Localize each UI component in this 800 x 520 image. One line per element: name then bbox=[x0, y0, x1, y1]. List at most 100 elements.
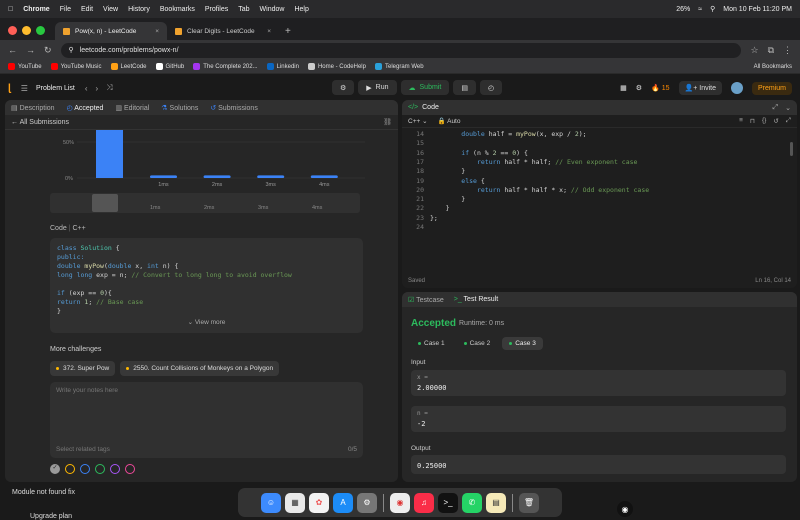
bookmark-item[interactable]: GitHub bbox=[155, 63, 184, 70]
runtime-bar[interactable] bbox=[310, 175, 338, 178]
close-window-icon[interactable] bbox=[8, 25, 17, 35]
editor-scrollbar[interactable] bbox=[790, 142, 793, 156]
star-icon[interactable]: ☆ bbox=[750, 45, 758, 56]
bookmark-item[interactable]: The Complete 202... bbox=[193, 63, 258, 70]
back-icon[interactable]: ← bbox=[8, 45, 17, 55]
menu-item[interactable]: View bbox=[103, 6, 118, 13]
menu-item[interactable]: Window bbox=[260, 6, 285, 13]
note-color-swatch[interactable] bbox=[80, 464, 90, 474]
avatar[interactable] bbox=[730, 82, 743, 94]
note-color-swatch[interactable] bbox=[65, 464, 75, 474]
notification-bottom[interactable]: Upgrade plan bbox=[30, 513, 72, 520]
format-icon[interactable]: ≡ bbox=[739, 117, 743, 125]
runtime-bar[interactable] bbox=[96, 130, 123, 178]
browser-tab-pow[interactable]: Pow(x, n) - LeetCode × bbox=[55, 22, 167, 40]
case-tab[interactable]: Case 3 bbox=[502, 337, 543, 350]
chevron-down-icon[interactable]: ⌄ bbox=[785, 104, 791, 112]
music-icon[interactable]: ♫ bbox=[414, 492, 434, 513]
runtime-minimap[interactable]: 1ms 2ms 3ms 4ms bbox=[50, 193, 360, 213]
forward-icon[interactable]: → bbox=[26, 45, 35, 55]
menu-item[interactable]: Tab bbox=[238, 6, 249, 13]
site-info-icon[interactable]: ⚲ bbox=[69, 46, 74, 54]
menu-item[interactable]: Profiles bbox=[205, 6, 228, 13]
close-tab-icon[interactable]: × bbox=[155, 28, 159, 35]
layout-icon[interactable]: ▦ bbox=[620, 84, 627, 92]
menu-icon[interactable]: ⋮ bbox=[783, 45, 792, 56]
note-color-swatch[interactable] bbox=[95, 464, 105, 474]
close-tab-icon[interactable]: × bbox=[267, 28, 271, 35]
next-problem-icon[interactable]: › bbox=[96, 84, 99, 93]
all-bookmarks[interactable]: All Bookmarks bbox=[754, 64, 792, 70]
notes-area[interactable]: Write your notes here Select related tag… bbox=[50, 382, 363, 458]
problem-list-link[interactable]: Problem List bbox=[36, 85, 75, 92]
new-tab-icon[interactable]: + bbox=[279, 26, 297, 40]
shuffle-icon[interactable]: ⤨ bbox=[106, 83, 112, 93]
runtime-bar[interactable] bbox=[257, 175, 285, 178]
timer-button[interactable]: ◴ bbox=[479, 80, 503, 95]
leetcode-logo-icon[interactable]: ɭ bbox=[8, 83, 11, 94]
tab-submissions[interactable]: ↺ Submissions bbox=[210, 104, 258, 112]
case-tab[interactable]: Case 2 bbox=[457, 337, 498, 350]
tab-test-result[interactable]: >_ Test Result bbox=[454, 296, 498, 303]
link-icon[interactable]: ⛓ bbox=[383, 118, 392, 126]
tab-solutions[interactable]: ⚗ Solutions bbox=[161, 104, 198, 112]
menu-item[interactable]: File bbox=[60, 6, 71, 13]
reload-icon[interactable]: ↻ bbox=[44, 45, 52, 56]
apple-icon[interactable]:  bbox=[8, 6, 13, 13]
datetime[interactable]: Mon 10 Feb 11:20 PM bbox=[723, 6, 792, 13]
system-settings-icon[interactable]: ⚙ bbox=[357, 492, 377, 513]
bookmark-icon[interactable]: ⊓ bbox=[750, 117, 755, 125]
bookmark-item[interactable]: LeetCode bbox=[110, 63, 147, 70]
notes-icon[interactable]: ▤ bbox=[486, 492, 506, 513]
siri-icon[interactable]: ◉ bbox=[617, 501, 633, 517]
bookmark-item[interactable]: YouTube Music bbox=[50, 63, 102, 70]
photos-icon[interactable]: ✿ bbox=[309, 492, 329, 513]
launchpad-icon[interactable]: ▦ bbox=[285, 492, 305, 513]
auto-mode[interactable]: 🔒 Auto bbox=[438, 117, 461, 125]
tab-editorial[interactable]: ▥ Editorial bbox=[115, 104, 149, 112]
menu-item[interactable]: Help bbox=[294, 6, 308, 13]
tab-description[interactable]: ▤ Description bbox=[11, 104, 55, 112]
input-box-x[interactable]: x = 2.00000 bbox=[411, 370, 786, 396]
tab-testcase[interactable]: ☑ Testcase bbox=[408, 296, 444, 304]
zoom-window-icon[interactable] bbox=[36, 25, 45, 35]
streak-counter[interactable]: 🔥 15 bbox=[651, 84, 669, 92]
menu-item[interactable]: Edit bbox=[81, 6, 93, 13]
note-color-swatch[interactable] bbox=[125, 464, 135, 474]
bookmark-item[interactable]: Home - CodeHelp bbox=[307, 63, 366, 70]
search-icon[interactable]: ⚲ bbox=[710, 5, 715, 13]
case-tab[interactable]: Case 1 bbox=[411, 337, 452, 350]
view-more-button[interactable]: ⌄ View more bbox=[50, 318, 363, 326]
browser-tab-clear-digits[interactable]: Clear Digits - LeetCode × bbox=[167, 22, 279, 40]
app-store-icon[interactable]: A bbox=[333, 492, 353, 513]
terminal-icon[interactable]: >_ bbox=[438, 492, 458, 513]
challenge-chip[interactable]: 372. Super Pow bbox=[50, 361, 116, 376]
bookmark-item[interactable]: Telegram Web bbox=[374, 63, 424, 70]
tags-select[interactable]: Select related tags bbox=[56, 446, 110, 453]
menu-app-name[interactable]: Chrome bbox=[23, 6, 49, 13]
bookmark-item[interactable]: Linkedin bbox=[266, 63, 299, 70]
extensions-icon[interactable]: ⧉ bbox=[768, 45, 774, 56]
premium-button[interactable]: Premium bbox=[751, 81, 792, 95]
menu-item[interactable]: Bookmarks bbox=[160, 6, 195, 13]
notification-top[interactable]: Module not found fix bbox=[12, 489, 75, 496]
runtime-bar[interactable] bbox=[203, 175, 231, 178]
list-icon[interactable]: ☰ bbox=[21, 84, 28, 93]
note-color-swatch[interactable] bbox=[110, 464, 120, 474]
reset-icon[interactable]: ↺ bbox=[773, 117, 778, 125]
fullscreen-icon[interactable]: ⤢ bbox=[786, 117, 791, 125]
language-select[interactable]: C++ ⌄ bbox=[408, 117, 428, 125]
submit-button[interactable]: ☁ Submit bbox=[400, 80, 450, 95]
whatsapp-icon[interactable]: ✆ bbox=[462, 492, 482, 513]
runtime-bar[interactable] bbox=[150, 175, 177, 178]
tab-accepted[interactable]: ◴ Accepted bbox=[67, 104, 104, 112]
note-color-swatch[interactable]: ✓ bbox=[50, 464, 60, 474]
notes-button[interactable]: ▤ bbox=[453, 80, 476, 95]
output-box[interactable]: 0.25000 bbox=[411, 455, 786, 474]
prev-problem-icon[interactable]: ‹ bbox=[85, 84, 88, 93]
minimize-window-icon[interactable] bbox=[22, 25, 31, 35]
all-submissions-link[interactable]: ← All Submissions bbox=[11, 119, 69, 126]
run-button[interactable]: ▶ Run bbox=[358, 80, 397, 95]
url-bar[interactable]: ⚲ leetcode.com/problems/powx-n/ bbox=[60, 42, 742, 58]
challenge-chip[interactable]: 2550. Count Collisions of Monkeys on a P… bbox=[120, 361, 280, 376]
